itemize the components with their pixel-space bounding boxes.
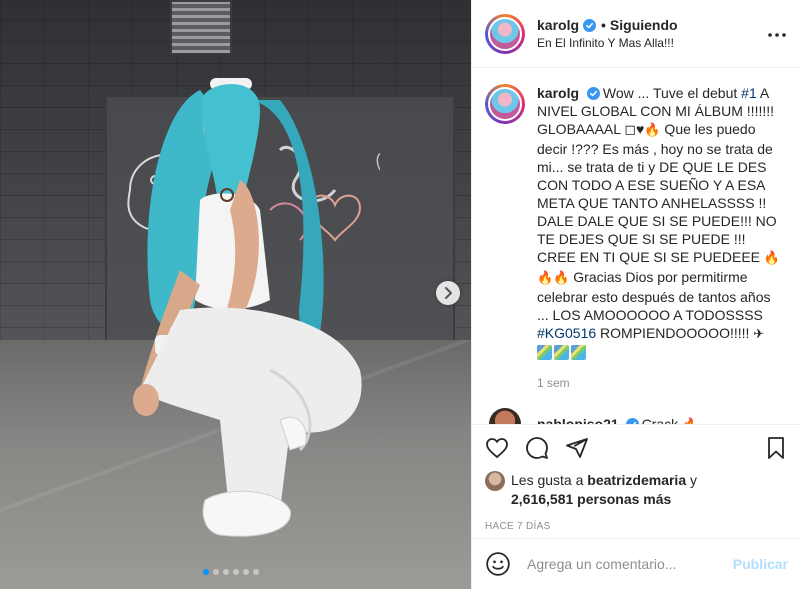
instagram-post: karolg • Siguiendo En El Infinito Y Mas … [0,0,800,589]
rainbow-emoji-icon [554,345,569,360]
rainbow-emoji-icon [537,345,552,360]
more-options-icon[interactable] [767,25,787,43]
comment-text: nablopiso21 Crack 🔥 [537,415,698,425]
caption-text-part: Gracias Dios por permitirme celebrar est… [537,269,771,323]
fire-emoji: 🔥 [644,123,661,138]
story-ring[interactable] [485,13,525,54]
commenter-avatar[interactable] [489,408,521,424]
comments-section[interactable]: karolg Wow ... Tuve el debut #1 A NIVEL … [472,68,800,424]
caption-text-part: ROMPIENDOOOOO!!!!! [596,325,754,341]
likes-summary: Les gusta a beatrizdemaria y 2,616,581 p… [485,471,788,509]
comment-bubble-icon [526,437,548,459]
chevron-right-icon [445,287,452,299]
caption-avatar[interactable] [488,87,522,121]
like-button[interactable] [485,428,525,468]
caption-text-part: Que les puedo decir !??? Es más , hoy no… [537,121,777,265]
action-icons [485,425,788,471]
carousel-dot [213,569,219,575]
verified-badge-icon [583,18,597,32]
carousel-indicator [203,569,259,575]
vent-shutter [170,0,232,55]
verified-badge-icon [586,87,600,100]
ellipsis-icon [768,32,786,37]
caption-story-ring[interactable] [485,84,525,124]
heart-icon [486,438,508,459]
emoji-picker-icon[interactable] [485,551,511,577]
hashtag-link[interactable]: #KG0516 [537,325,596,341]
next-photo-button[interactable] [436,281,460,305]
publish-button[interactable]: Publicar [733,556,788,572]
post-header: karolg • Siguiendo En El Infinito Y Mas … [472,0,800,68]
liker-username[interactable]: beatrizdemaria [587,472,686,488]
caption: karolg Wow ... Tuve el debut #1 A NIVEL … [485,84,787,362]
comment-item: nablopiso21 Crack 🔥 [485,408,787,424]
person-crouching [133,78,362,537]
carousel-dot [223,569,229,575]
liker-avatar[interactable] [485,471,505,491]
caption-username[interactable]: karolg [537,85,579,101]
rainbow-emoji-icon [571,345,586,360]
post-date[interactable]: HACE 7 DÍAS [485,521,788,532]
avatar[interactable] [488,16,522,51]
username-link[interactable]: karolg [537,17,579,33]
add-comment-bar: Publicar [472,538,800,589]
following-button[interactable]: Siguiendo [610,17,678,33]
bookmark-icon [768,437,784,459]
comment-body: Crack [641,415,679,425]
post-photo[interactable] [0,0,471,589]
post-actions: Les gusta a beatrizdemaria y 2,616,581 p… [472,424,800,532]
commenter-username[interactable]: nablopiso21 [537,416,619,425]
location-link[interactable]: En El Infinito Y Mas Alla!!! [537,36,767,50]
carousel-dot [233,569,239,575]
carousel-dot [253,569,259,575]
caption-timestamp[interactable]: 1 sem [537,376,787,390]
share-button[interactable] [565,428,605,468]
caption-text-part: Wow ... Tuve el debut [602,85,742,101]
likes-conj: y [686,472,697,488]
post-side-panel: karolg • Siguiendo En El Infinito Y Mas … [471,0,800,589]
airplane-emoji: ✈ [753,327,765,342]
comment-button[interactable] [525,428,565,468]
carousel-dot [203,569,209,575]
paper-plane-icon [566,438,588,458]
hashtag-link[interactable]: #1 [741,85,757,101]
caption-text: karolg Wow ... Tuve el debut #1 A NIVEL … [537,84,782,362]
likes-prefix: Les gusta a [511,472,588,488]
separator-dot: • [601,17,606,33]
comment-input[interactable] [527,556,733,572]
likes-count[interactable]: 2,616,581 personas más [511,491,671,507]
carousel-dot [243,569,249,575]
save-button[interactable] [748,428,788,468]
header-text: karolg • Siguiendo En El Infinito Y Mas … [537,17,767,50]
